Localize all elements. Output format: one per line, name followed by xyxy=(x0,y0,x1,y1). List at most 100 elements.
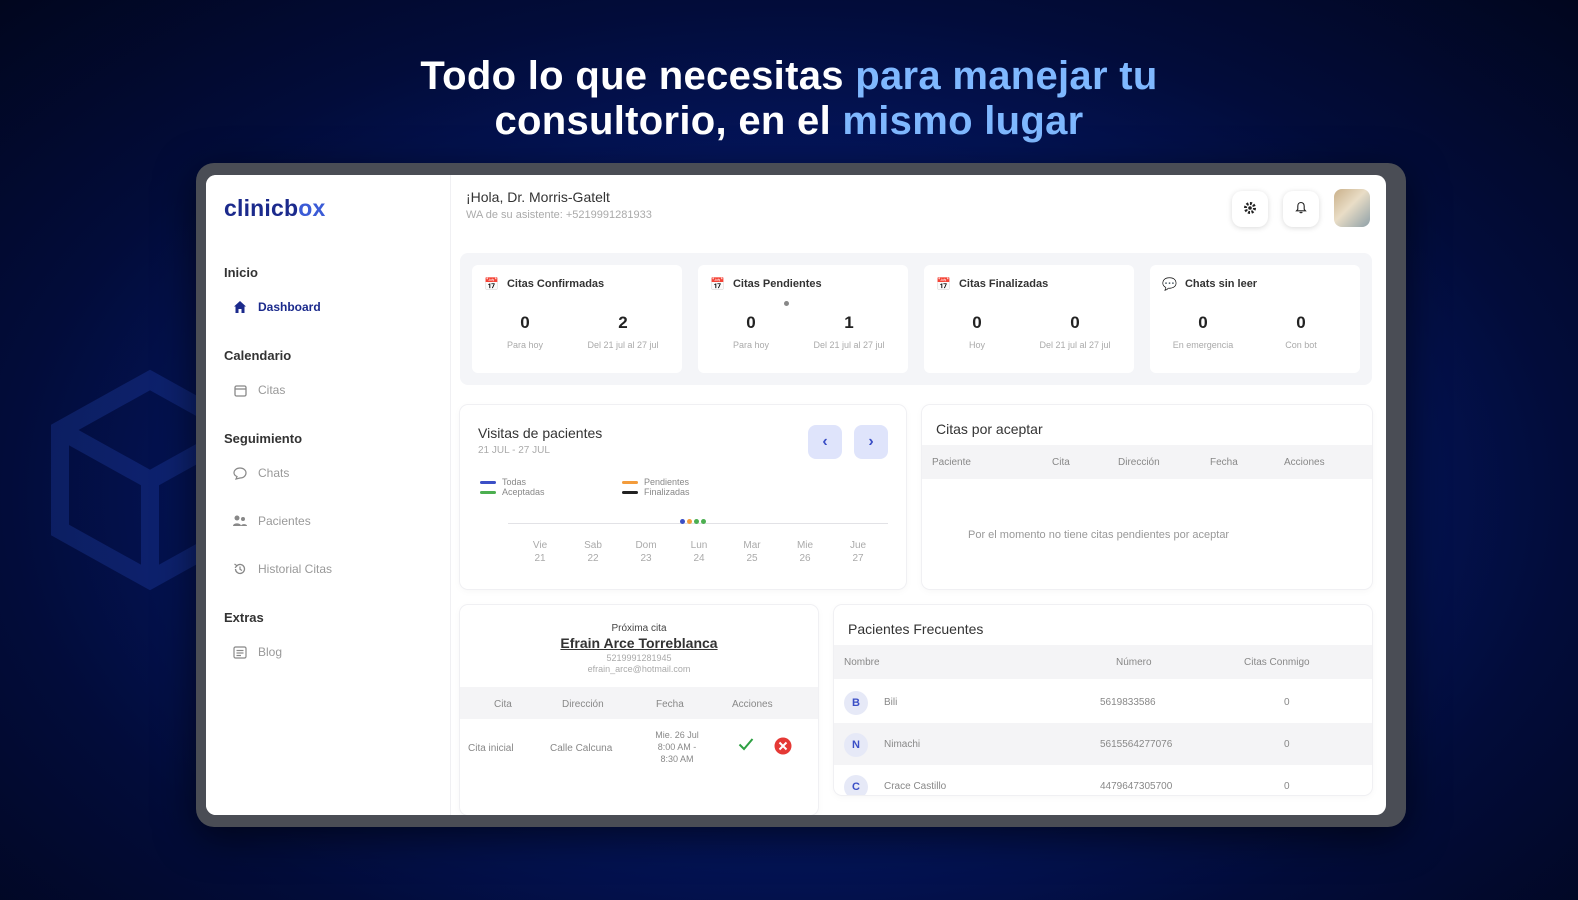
legend-item: Finalizadas xyxy=(622,487,690,497)
prev-week-button[interactable]: ‹ xyxy=(808,425,842,459)
visits-date-range: 21 JUL - 27 JUL xyxy=(478,445,550,456)
stat-label-left: Para hoy xyxy=(732,340,770,350)
calendar-icon: 📅 xyxy=(484,277,499,291)
sidebar-item-label: Citas xyxy=(258,383,286,397)
legend-swatch xyxy=(480,480,496,484)
stat-value-right: 2 xyxy=(618,313,628,332)
next-appointment-card: Próxima cita Efrain Arce Torreblanca 521… xyxy=(460,605,818,815)
day-name: Lun xyxy=(690,540,708,551)
cell-number: 4479647305700 xyxy=(1100,781,1173,792)
chart-point xyxy=(680,519,685,524)
day-label: Lun 24 xyxy=(679,539,719,565)
day-label: Dom 23 xyxy=(626,539,666,565)
calendar-icon: 📅 xyxy=(936,277,951,291)
sidebar-item-citas[interactable]: Citas xyxy=(232,382,285,398)
sidebar-item-dashboard[interactable]: Dashboard xyxy=(232,299,321,315)
chart-point xyxy=(687,519,692,524)
legend-item: Pendientes xyxy=(622,477,689,487)
section-title-seguimiento: Seguimiento xyxy=(224,431,303,446)
day-name: Sab xyxy=(584,540,602,551)
headline-line2-white: consultorio, en el xyxy=(494,99,843,143)
sidebar-item-label: Blog xyxy=(258,645,283,659)
sidebar: clinicbox Inicio Dashboard Calendario Ci… xyxy=(206,175,451,815)
blog-icon xyxy=(232,644,248,660)
sidebar-item-chats[interactable]: Chats xyxy=(232,465,289,481)
day-number: 21 xyxy=(534,553,546,564)
column-header: Acciones xyxy=(1284,457,1325,468)
sidebar-item-pacientes[interactable]: Pacientes xyxy=(232,513,311,529)
user-avatar[interactable] xyxy=(1334,189,1370,227)
legend-label: Aceptadas xyxy=(502,487,545,497)
cell-name: Bili xyxy=(884,697,898,708)
stat-label-right: Del 21 jul al 27 jul xyxy=(1039,340,1111,350)
reject-button[interactable] xyxy=(774,737,792,760)
logo-text: clinicb xyxy=(224,195,299,221)
patient-email: efrain_arce@hotmail.com xyxy=(587,664,691,674)
column-header: Acciones xyxy=(732,699,773,710)
day-name: Mar xyxy=(743,540,761,551)
logo-text-accent: ox xyxy=(298,195,326,221)
app-logo[interactable]: clinicbox xyxy=(224,195,326,222)
column-header: Fecha xyxy=(1210,457,1238,468)
laptop-frame: clinicbox Inicio Dashboard Calendario Ci… xyxy=(196,163,1406,827)
chat-icon: 💬 xyxy=(1162,277,1177,291)
sidebar-item-label: Dashboard xyxy=(258,300,321,314)
patient-name[interactable]: Efrain Arce Torreblanca xyxy=(460,635,818,651)
stat-card-pendientes: 📅 Citas Pendientes 0 Para hoy 1 Del 21 ju… xyxy=(698,265,908,373)
day-label: Vie 21 xyxy=(520,539,560,565)
bell-icon xyxy=(1295,201,1307,217)
cell-number: 5615564277076 xyxy=(1100,739,1173,750)
accept-button[interactable] xyxy=(738,737,754,756)
stat-label-left: Hoy xyxy=(968,340,985,350)
gear-icon xyxy=(1243,201,1257,218)
settings-button[interactable] xyxy=(1232,191,1268,227)
cell-cita: Cita inicial xyxy=(468,743,514,754)
indicator-dot xyxy=(784,301,789,306)
day-name: Dom xyxy=(635,540,657,551)
fecha-line: Mie. 26 Jul xyxy=(655,730,699,740)
sidebar-item-label: Chats xyxy=(258,466,290,480)
cell-count: 0 xyxy=(1284,781,1290,792)
headline: Todo lo que necesitas para manejar tu co… xyxy=(0,54,1578,144)
headline-line2-accent: mismo lugar xyxy=(842,99,1084,143)
day-label: Mie 26 xyxy=(785,539,825,565)
sidebar-item-label: Historial Citas xyxy=(258,562,333,576)
notifications-button[interactable] xyxy=(1283,191,1319,227)
stat-card-chats: 💬 Chats sin leer 0 En emergencia 0 Con bo… xyxy=(1150,265,1360,373)
patient-avatar: N xyxy=(844,733,868,757)
stat-value-left: 0 xyxy=(520,313,530,332)
stat-label-left: Para hoy xyxy=(506,340,544,350)
sidebar-item-historial-citas[interactable]: Historial Citas xyxy=(232,561,332,577)
greeting: ¡Hola, Dr. Morris-Gatelt xyxy=(466,189,610,205)
stat-label-right: Del 21 jul al 27 jul xyxy=(813,340,885,350)
stat-label-right: Del 21 jul al 27 jul xyxy=(587,340,659,350)
cell-fecha: Mie. 26 Jul 8:00 AM - 8:30 AM xyxy=(646,729,708,765)
day-number: 24 xyxy=(693,553,705,564)
visits-chart-card: Visitas de pacientes 21 JUL - 27 JUL ‹ ›… xyxy=(460,405,906,589)
legend-label: Finalizadas xyxy=(644,487,690,497)
section-title-extras: Extras xyxy=(224,610,264,625)
next-week-button[interactable]: › xyxy=(854,425,888,459)
app-screen: clinicbox Inicio Dashboard Calendario Ci… xyxy=(206,175,1386,815)
cell-count: 0 xyxy=(1284,697,1290,708)
day-number: 26 xyxy=(799,553,811,564)
column-header: Fecha xyxy=(656,699,684,710)
legend-label: Todas xyxy=(502,477,527,487)
legend-swatch xyxy=(622,490,638,494)
column-header: Número xyxy=(1116,657,1152,668)
day-label: Mar 25 xyxy=(732,539,772,565)
patient-avatar: C xyxy=(844,775,868,795)
next-appointment-label: Próxima cita xyxy=(611,623,667,634)
legend-label: Pendientes xyxy=(644,477,690,487)
users-icon xyxy=(232,513,248,529)
stat-value-right: 0 xyxy=(1296,313,1306,332)
day-number: 22 xyxy=(587,553,599,564)
visits-title: Visitas de pacientes xyxy=(478,425,603,441)
legend-swatch xyxy=(480,490,496,494)
fecha-line: 8:30 AM xyxy=(660,754,694,764)
day-number: 25 xyxy=(746,553,758,564)
stat-label-right: Con bot xyxy=(1285,340,1317,350)
section-title-calendario: Calendario xyxy=(224,348,292,363)
sidebar-item-blog[interactable]: Blog xyxy=(232,644,282,660)
stat-label-left: En emergencia xyxy=(1172,340,1234,350)
